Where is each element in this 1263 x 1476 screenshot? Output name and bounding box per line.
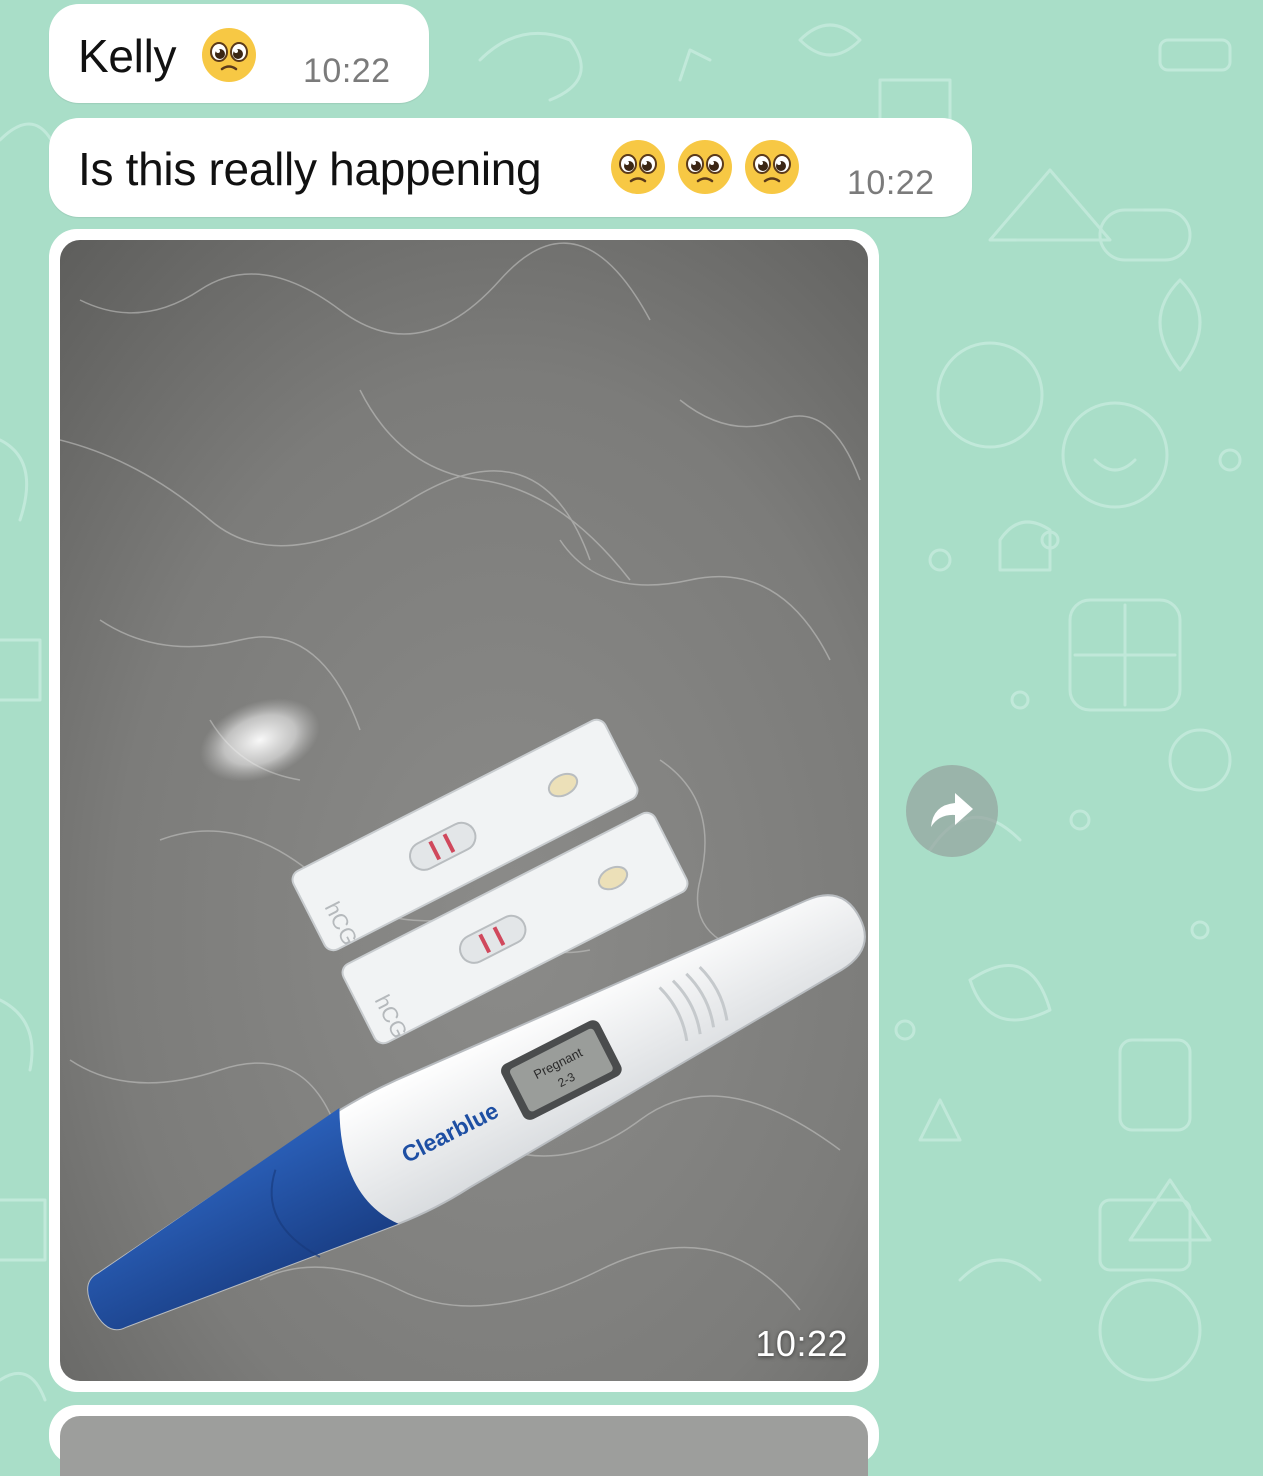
message-bubble[interactable]: Kelly 10:22 [49,4,429,103]
pleading-face-icon [202,28,256,82]
message-bubble[interactable]: Is this really happening 10:22 [49,118,972,217]
photo-pregnancy-tests[interactable]: hCG hCG Pregnant 2-3 Clearblue 10:22 [60,240,868,1381]
message-time: 10:22 [303,52,391,90]
pleading-face-icon [745,140,799,194]
forward-button[interactable] [906,765,998,857]
message-text: Kelly [78,30,177,82]
pleading-face-icon [611,140,665,194]
photo-thumbnail[interactable] [60,1416,868,1476]
photo-message-bubble[interactable] [49,1405,879,1476]
photo-message-bubble[interactable]: hCG hCG Pregnant 2-3 Clearblue 10:22 [49,229,879,1392]
photo-time: 10:22 [755,1323,848,1364]
message-text: Is this really happening [78,143,542,195]
message-time: 10:22 [847,164,935,202]
pleading-face-icon [678,140,732,194]
forward-arrow-icon [931,793,973,827]
